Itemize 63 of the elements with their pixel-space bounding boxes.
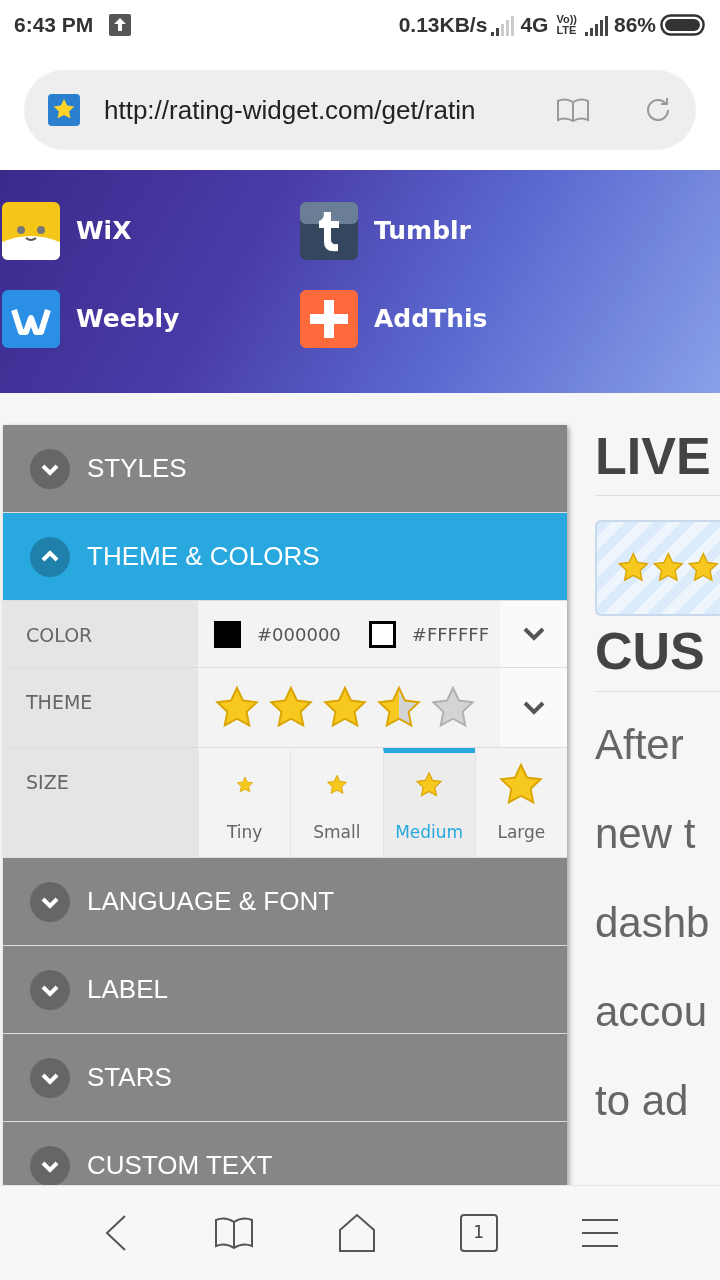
page-heading: CUS bbox=[595, 620, 720, 692]
accordion-header[interactable]: LABEL bbox=[3, 946, 567, 1034]
chevron-down-icon bbox=[522, 627, 545, 641]
color-swatch[interactable] bbox=[368, 620, 396, 648]
size-option[interactable]: Large bbox=[474, 748, 567, 857]
section-title: LANGUAGE & FONT bbox=[87, 885, 335, 918]
chevron-icon bbox=[30, 969, 70, 1010]
size-option[interactable]: Tiny bbox=[198, 748, 291, 857]
setting-label: COLOR bbox=[3, 601, 198, 667]
platform-link[interactable]: Tumblr bbox=[374, 212, 471, 250]
refresh-icon bbox=[644, 96, 672, 124]
section-title: CUSTOM TEXT bbox=[87, 1149, 273, 1182]
star-icon bbox=[235, 775, 254, 794]
paragraph-text: accou bbox=[595, 986, 709, 1037]
section-title: STARS bbox=[87, 1061, 172, 1094]
tumblr-logo-icon bbox=[300, 202, 358, 260]
chevron-icon bbox=[30, 881, 70, 922]
menu-icon bbox=[580, 1218, 619, 1248]
color-value: #000000 bbox=[257, 622, 341, 647]
star-icon bbox=[325, 773, 348, 796]
chevron-icon bbox=[30, 1057, 70, 1098]
accordion-header[interactable]: CUSTOM TEXT bbox=[3, 1122, 567, 1185]
home-icon bbox=[337, 1213, 377, 1253]
upload-icon bbox=[109, 14, 132, 36]
time-text: 6:43 PM bbox=[14, 12, 94, 39]
plus-icon bbox=[300, 290, 358, 348]
chevron-icon bbox=[30, 448, 70, 489]
platform-link[interactable]: WiX bbox=[76, 212, 132, 250]
platform-link[interactable]: Weebly bbox=[76, 300, 180, 338]
network-type: 4G bbox=[520, 12, 549, 39]
section-title: STYLES bbox=[87, 452, 187, 485]
battery-icon bbox=[660, 13, 706, 37]
paragraph-text: After bbox=[595, 719, 685, 770]
chevron-down-icon bbox=[522, 700, 545, 715]
accordion-header[interactable]: STARS bbox=[3, 1034, 567, 1122]
platform-link[interactable]: AddThis bbox=[374, 300, 488, 338]
accordion-header[interactable]: LANGUAGE & FONT bbox=[3, 858, 567, 946]
battery-percent: 86% bbox=[613, 12, 656, 39]
section-title: THEME & COLORS bbox=[87, 540, 320, 573]
color-value: #FFFFFF bbox=[411, 622, 489, 647]
size-option[interactable]: Small bbox=[290, 748, 383, 857]
setting-label: THEME bbox=[3, 668, 198, 747]
wix-logo-icon bbox=[2, 202, 60, 260]
page-heading: LIVE bbox=[595, 425, 720, 497]
chevron-icon bbox=[30, 536, 70, 577]
star-icon bbox=[415, 770, 444, 799]
signal-icon bbox=[584, 14, 610, 36]
paragraph-text: new t bbox=[595, 808, 697, 859]
color-swatch[interactable] bbox=[214, 620, 241, 648]
accordion-header[interactable]: STYLES bbox=[3, 425, 567, 513]
volte-label: LTE bbox=[556, 25, 577, 36]
paragraph-text: dashb bbox=[595, 897, 711, 948]
book-icon bbox=[556, 97, 590, 123]
weebly-logo-icon bbox=[2, 290, 60, 348]
setting-label: SIZE bbox=[3, 748, 198, 857]
signal-icon bbox=[491, 14, 517, 36]
network-speed: 0.13KB/s bbox=[398, 12, 488, 39]
volte-label: Vo)) bbox=[556, 14, 577, 25]
accordion-header[interactable]: THEME & COLORS bbox=[3, 513, 567, 601]
tab-count[interactable]: 1 bbox=[459, 1214, 498, 1252]
section-title: LABEL bbox=[87, 973, 168, 1006]
book-icon bbox=[214, 1217, 255, 1249]
paragraph-text: to ad bbox=[595, 1075, 690, 1126]
